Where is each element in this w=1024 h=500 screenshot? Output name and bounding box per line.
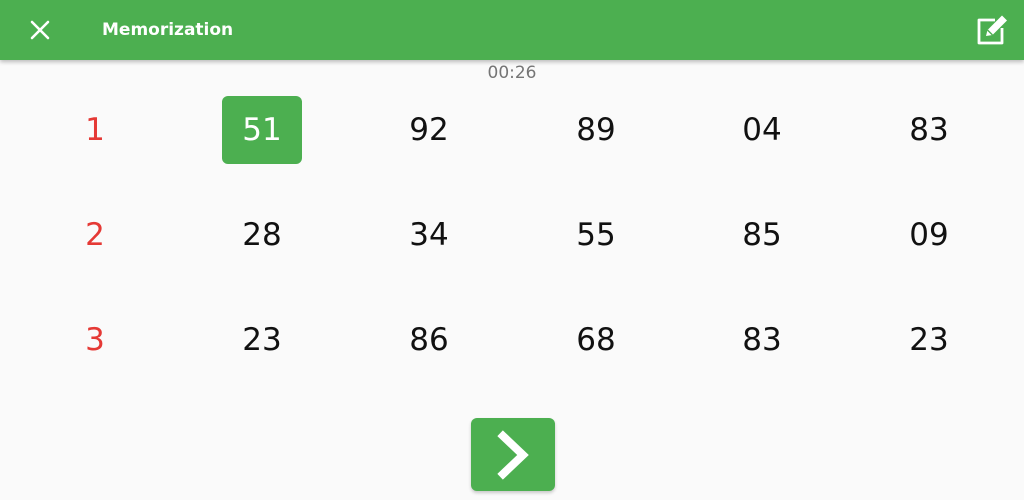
next-button[interactable]: [471, 418, 555, 491]
app-bar: Memorization: [0, 0, 1024, 60]
edit-button[interactable]: [972, 10, 1012, 50]
number-cell[interactable]: 85: [722, 201, 802, 269]
grid-row: 1 51 92 89 04 83: [0, 96, 1024, 201]
close-button[interactable]: [18, 8, 62, 52]
chevron-right-icon: [497, 429, 529, 480]
number-cell[interactable]: 09: [889, 201, 969, 269]
close-icon: [30, 20, 50, 40]
number-cell[interactable]: 86: [389, 306, 469, 374]
number-cell[interactable]: 89: [556, 96, 636, 164]
grid-row: 2 28 34 55 85 09: [0, 201, 1024, 306]
number-cell[interactable]: 68: [556, 306, 636, 374]
number-cell[interactable]: 23: [222, 306, 302, 374]
number-cell[interactable]: 34: [389, 201, 469, 269]
number-cell[interactable]: 55: [556, 201, 636, 269]
grid-row: 3 23 86 68 83 23: [0, 306, 1024, 411]
edit-icon: [977, 15, 1007, 45]
number-cell[interactable]: 23: [889, 306, 969, 374]
row-label: 2: [85, 217, 105, 253]
number-cell[interactable]: 83: [722, 306, 802, 374]
page-title: Memorization: [102, 20, 234, 40]
number-cell[interactable]: 92: [389, 96, 469, 164]
number-cell[interactable]: 04: [722, 96, 802, 164]
number-grid: 1 51 92 89 04 83 2 28 34 55 85 09 3 23 8…: [0, 96, 1024, 411]
number-cell-selected[interactable]: 51: [222, 96, 302, 164]
number-cell[interactable]: 28: [222, 201, 302, 269]
row-label: 1: [85, 112, 105, 148]
timer-display: 00:26: [487, 63, 537, 83]
number-cell[interactable]: 83: [889, 96, 969, 164]
row-label: 3: [85, 322, 105, 358]
